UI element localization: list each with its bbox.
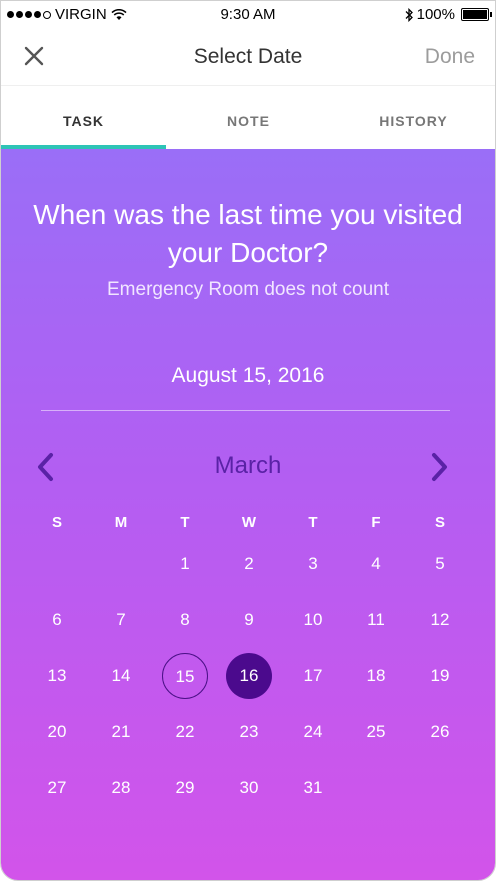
calendar-day[interactable]: 30 (226, 765, 272, 811)
calendar-day[interactable]: 28 (98, 765, 144, 811)
calendar-day[interactable]: 24 (290, 709, 336, 755)
calendar-day[interactable]: 11 (353, 597, 399, 643)
calendar-day[interactable]: 25 (353, 709, 399, 755)
status-bar: VIRGIN 9:30 AM 100% (1, 1, 495, 29)
calendar-day[interactable]: 27 (34, 765, 80, 811)
calendar-day-selected[interactable]: 16 (226, 653, 272, 699)
weekday-label: S (434, 514, 445, 531)
calendar-day[interactable]: 7 (98, 597, 144, 643)
calendar-day[interactable]: 4 (353, 541, 399, 587)
weekday-label: T (308, 514, 318, 531)
weekday-label: W (241, 514, 257, 531)
date-picker-panel: When was the last time you visited your … (1, 149, 495, 880)
tab-history[interactable]: HISTORY (331, 86, 495, 150)
tab-bar: TASK NOTE HISTORY (1, 85, 495, 150)
battery-percent: 100% (416, 6, 455, 23)
status-right: 100% (405, 6, 492, 23)
weekday-label: S (51, 514, 62, 531)
selected-date-label: August 15, 2016 (171, 364, 325, 387)
calendar-day[interactable]: 26 (417, 709, 463, 755)
calendar-day[interactable]: 1 (162, 541, 208, 587)
calendar-day[interactable]: 17 (290, 653, 336, 699)
calendar-day[interactable]: 13 (34, 653, 80, 699)
calendar-day[interactable]: 2 (226, 541, 272, 587)
calendar-day[interactable]: 19 (417, 653, 463, 699)
question-subtitle: Emergency Room does not count (107, 279, 389, 300)
tab-note[interactable]: NOTE (166, 86, 331, 150)
calendar-day[interactable]: 3 (290, 541, 336, 587)
calendar-day[interactable]: 22 (162, 709, 208, 755)
calendar-day[interactable]: 21 (98, 709, 144, 755)
battery-icon (461, 8, 492, 21)
calendar-day[interactable]: 12 (417, 597, 463, 643)
month-label: March (214, 452, 282, 479)
calendar-day[interactable]: 5 (417, 541, 463, 587)
calendar-day[interactable]: 23 (226, 709, 272, 755)
bluetooth-icon (405, 7, 413, 22)
calendar-day[interactable]: 18 (353, 653, 399, 699)
calendar-day[interactable]: 20 (34, 709, 80, 755)
calendar-day[interactable]: 31 (290, 765, 336, 811)
question-title: When was the last time you visited your … (33, 199, 463, 268)
calendar-day[interactable]: 15 (162, 653, 208, 699)
calendar-day[interactable]: 6 (34, 597, 80, 643)
page-title: Select Date (193, 45, 303, 68)
weekday-label: F (371, 514, 381, 531)
calendar-day[interactable]: 9 (226, 597, 272, 643)
done-button[interactable]: Done (425, 45, 475, 69)
calendar-day[interactable]: 14 (98, 653, 144, 699)
tab-task[interactable]: TASK (1, 86, 166, 150)
calendar-day[interactable]: 29 (162, 765, 208, 811)
phone-screen: VIRGIN 9:30 AM 100% Select Date Done TAS… (0, 0, 496, 881)
chevron-right-icon[interactable] (426, 451, 452, 483)
calendar-day[interactable]: 8 (162, 597, 208, 643)
weekday-header: SMTWTFS (1, 514, 495, 534)
weekday-label: M (114, 514, 128, 531)
divider (41, 410, 450, 411)
navigation-bar: Select Date Done (1, 29, 495, 85)
calendar-day[interactable]: 10 (290, 597, 336, 643)
weekday-label: T (180, 514, 190, 531)
month-header: March (1, 449, 495, 485)
